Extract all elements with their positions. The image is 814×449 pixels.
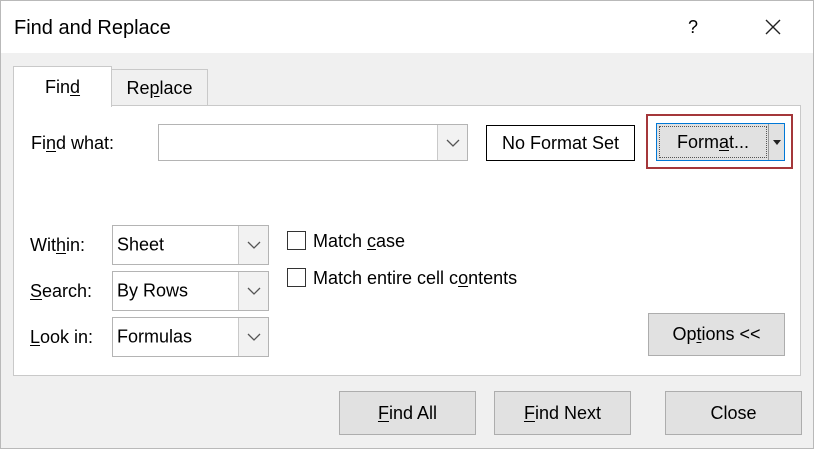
look-in-dropdown-button[interactable] [238, 318, 268, 356]
options-button-label: Options << [672, 324, 761, 344]
find-what-label: Find what: [31, 133, 115, 153]
dialog-title: Find and Replace [14, 17, 171, 39]
match-case-checkbox[interactable] [287, 231, 306, 250]
find-all-button[interactable]: Find All [339, 391, 476, 435]
find-what-dropdown-button[interactable] [437, 125, 467, 160]
options-button[interactable]: Options << [648, 313, 785, 356]
chevron-down-icon [247, 241, 260, 249]
look-in-select[interactable]: Formulas [112, 317, 269, 357]
format-button-label: Form a t... [659, 126, 767, 158]
search-label: Search: [30, 281, 93, 301]
match-entire-checkbox[interactable] [287, 268, 306, 287]
close-button-label: Close [710, 402, 757, 423]
find-all-label: Find All [377, 402, 438, 423]
format-dropdown-arrow[interactable] [768, 124, 784, 160]
match-case-label[interactable]: Match case [313, 231, 405, 252]
help-icon: ? [687, 16, 698, 37]
match-entire-label[interactable]: Match entire cell contents [313, 268, 517, 289]
format-preview: No Format Set [486, 125, 635, 161]
within-label: Within: [30, 235, 86, 255]
tab-find-label: Find [44, 76, 81, 97]
within-select[interactable]: Sheet [112, 225, 269, 265]
find-replace-dialog: Find and Replace ? Find Replace Find wha… [0, 0, 814, 449]
caret-down-icon [772, 139, 781, 145]
chevron-down-icon [446, 139, 459, 147]
format-button[interactable]: Form a t... [656, 123, 785, 161]
help-button[interactable]: ? [673, 9, 713, 45]
find-next-button[interactable]: Find Next [494, 391, 631, 435]
search-value: By Rows [117, 280, 189, 301]
within-value: Sheet [117, 234, 165, 255]
title-bar: Find and Replace ? [1, 1, 813, 53]
search-select[interactable]: By Rows [112, 271, 269, 311]
within-dropdown-button[interactable] [238, 226, 268, 264]
chevron-down-icon [247, 287, 260, 295]
search-dropdown-button[interactable] [238, 272, 268, 310]
tab-replace-label: Replace [126, 77, 193, 98]
chevron-down-icon [247, 333, 260, 341]
close-icon [765, 19, 781, 35]
look-in-value: Formulas [117, 326, 193, 347]
find-what-input[interactable] [158, 124, 468, 161]
find-next-label: Find Next [523, 402, 602, 423]
tab-replace[interactable]: Replace [112, 69, 208, 106]
close-window-button[interactable] [751, 9, 795, 45]
close-button[interactable]: Close [665, 391, 802, 435]
tab-find[interactable]: Find [13, 66, 112, 107]
look-in-label: Look in: [30, 327, 94, 347]
